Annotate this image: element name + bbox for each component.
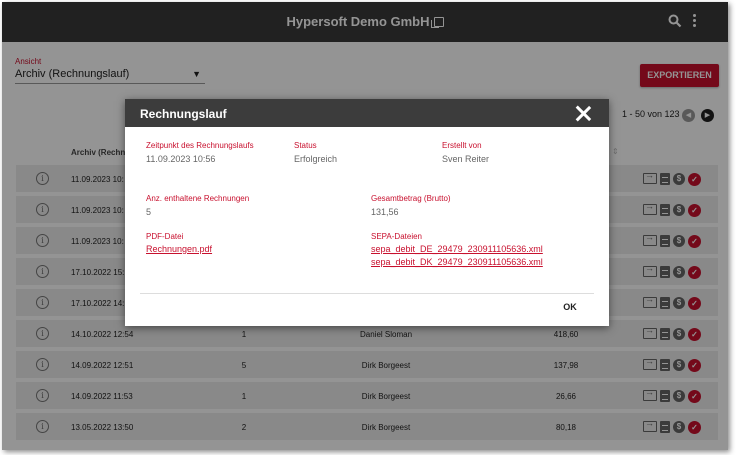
app-window: Hypersoft Demo GmbH Ansicht Archiv (Rech… (2, 2, 728, 450)
pdf-link[interactable]: Rechnungen.pdf (146, 244, 212, 254)
creator-label: Erstellt von (442, 141, 482, 150)
ok-button[interactable]: OK (555, 300, 585, 314)
status-value: Erfolgreich (294, 154, 338, 164)
invoice-count-value: 5 (146, 207, 152, 217)
sepa-link-de[interactable]: sepa_debit_DE_29479_230911105636.xml (371, 244, 543, 254)
pdf-label: PDF-Datei (146, 232, 184, 241)
sepa-link-dk[interactable]: sepa_debit_DK_29479_230911105636.xml (371, 257, 543, 267)
sepa-label: SEPA-Dateien (371, 232, 422, 241)
time-label: Zeitpunkt des Rechnungslaufs (146, 141, 254, 150)
dialog-header: Rechnungslauf (125, 99, 609, 127)
invoice-count-label: Anz. enthaltene Rechnungen (146, 194, 250, 203)
time-value: 11.09.2023 10:56 (146, 154, 216, 164)
status-label: Status (294, 141, 317, 150)
creator-value: Sven Reiter (442, 154, 490, 164)
dialog-divider (140, 293, 594, 294)
dialog-title: Rechnungslauf (140, 107, 227, 121)
total-value: 131,56 (371, 207, 399, 217)
invoice-run-dialog: Rechnungslauf Zeitpunkt des Rechnungslau… (125, 99, 609, 326)
close-icon[interactable] (575, 105, 591, 121)
total-label: Gesamtbetrag (Brutto) (371, 194, 451, 203)
